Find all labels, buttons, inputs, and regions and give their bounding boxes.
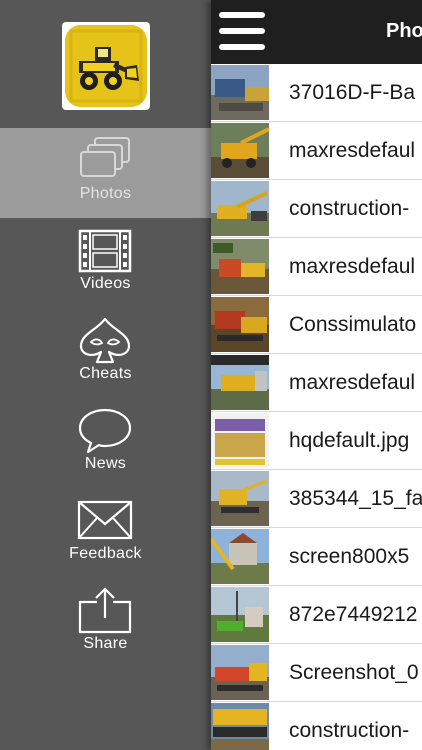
app-logo (62, 22, 150, 110)
photo-thumbnail (211, 123, 269, 178)
photo-thumbnail (211, 645, 269, 700)
sidebar-item-cheats[interactable]: Cheats (0, 308, 211, 398)
sidebar-item-news[interactable]: News (0, 398, 211, 488)
photo-thumbnail (211, 529, 269, 584)
envelope-icon (75, 496, 135, 544)
photo-filename: 37016D-F-Ba (289, 81, 416, 104)
sidebar-item-photos[interactable]: Photos (0, 128, 211, 218)
sidebar-item-videos[interactable]: Videos (0, 218, 211, 308)
page-title: Photos (386, 20, 422, 42)
list-item[interactable]: screen800x5 (211, 528, 422, 586)
photo-filename: Conssimulato (289, 313, 417, 336)
list-item[interactable]: construction- (211, 180, 422, 238)
photo-thumbnail (211, 65, 269, 120)
photos-panel: Photos 37016D-F-Ba maxresdefaul construc… (211, 0, 422, 750)
speech-bubble-icon (75, 406, 135, 454)
list-item[interactable]: Conssimulato (211, 296, 422, 354)
spade-icon (75, 316, 135, 364)
photo-list: 37016D-F-Ba maxresdefaul construction- m… (211, 64, 422, 750)
wheel-loader-icon (65, 25, 147, 107)
sidebar-item-label: Photos (79, 185, 132, 202)
photo-thumbnail (211, 587, 269, 642)
photo-filename: screen800x5 (289, 545, 410, 568)
list-item[interactable]: Screenshot_0 (211, 644, 422, 702)
list-item[interactable]: 385344_15_fa (211, 470, 422, 528)
list-item[interactable]: 872e7449212 (211, 586, 422, 644)
photo-thumbnail (211, 703, 269, 750)
film-icon (75, 226, 135, 274)
photo-filename: construction- (289, 719, 410, 742)
sidebar-item-label: Share (83, 635, 128, 652)
sidebar-item-label: Videos (80, 275, 131, 292)
photo-thumbnail (211, 355, 269, 410)
list-item[interactable]: construction- (211, 702, 422, 750)
photo-filename: maxresdefaul (289, 139, 416, 162)
photo-filename: 872e7449212 (289, 603, 418, 626)
photo-filename: construction- (289, 197, 410, 220)
photo-thumbnail (211, 413, 269, 468)
photos-icon (75, 136, 135, 184)
photo-filename: maxresdefaul (289, 255, 416, 278)
sidebar-item-feedback[interactable]: Feedback (0, 488, 211, 578)
list-item[interactable]: hqdefault.jpg (211, 412, 422, 470)
hamburger-icon[interactable] (219, 10, 265, 52)
share-icon (75, 586, 135, 634)
sidebar-item-label: Cheats (79, 365, 132, 382)
sidebar-item-label: News (84, 455, 127, 472)
photo-thumbnail (211, 181, 269, 236)
list-item[interactable]: maxresdefaul (211, 122, 422, 180)
list-item[interactable]: maxresdefaul (211, 238, 422, 296)
list-item[interactable]: 37016D-F-Ba (211, 64, 422, 122)
sidebar-item-share[interactable]: Share (0, 578, 211, 668)
nav-bar: Photos (211, 0, 422, 64)
sidebar-item-label: Feedback (69, 545, 142, 562)
side-menu: Photos Videos Cheats News Feedback Share (0, 0, 211, 750)
photo-thumbnail (211, 471, 269, 526)
photo-thumbnail (211, 239, 269, 294)
photo-filename: maxresdefaul (289, 371, 416, 394)
photo-filename: hqdefault.jpg (289, 429, 410, 452)
photo-thumbnail (211, 297, 269, 352)
photo-filename: 385344_15_fa (289, 487, 422, 510)
photo-filename: Screenshot_0 (289, 661, 419, 684)
list-item[interactable]: maxresdefaul (211, 354, 422, 412)
